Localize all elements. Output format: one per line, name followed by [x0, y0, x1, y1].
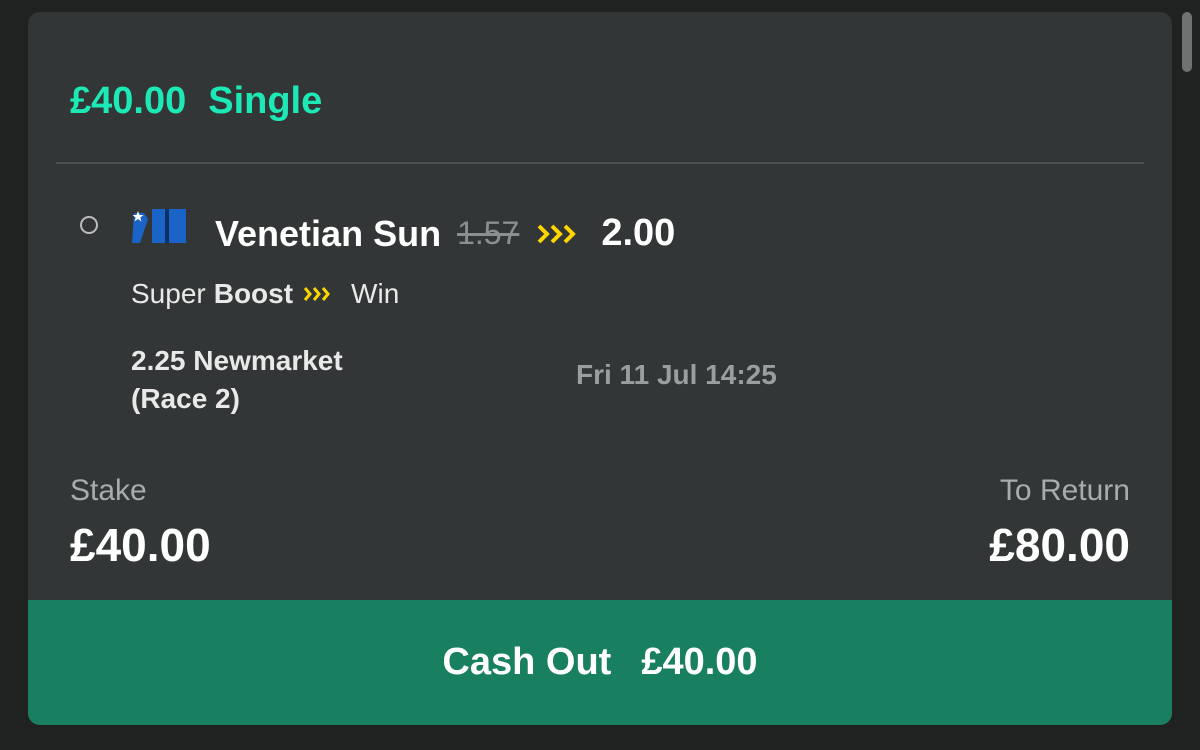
selection-row: Venetian Sun 1.57 2.00	[215, 212, 675, 255]
old-odds: 1.57	[457, 215, 520, 251]
stake-value: £40.00	[70, 519, 211, 571]
boost-chevrons-icon	[303, 287, 330, 301]
cash-out-label: Cash Out	[442, 641, 612, 683]
radio-icon[interactable]	[80, 216, 98, 234]
market-name: Win	[351, 278, 400, 309]
bet-header: £40.00 Single	[70, 80, 322, 123]
divider	[56, 162, 1144, 164]
event-datetime: Fri 11 Jul 14:25	[576, 359, 777, 390]
bet-type: Single	[208, 80, 323, 122]
boosted-odds: 2.00	[601, 212, 676, 254]
bet-card: £40.00 Single Venetian Sun 1.57 2.00 Supe…	[28, 12, 1172, 725]
to-return-value: £80.00	[989, 519, 1130, 571]
to-return-label: To Return	[999, 474, 1130, 507]
scrollbar[interactable]	[1182, 12, 1192, 72]
boost-prefix: Super	[131, 278, 206, 309]
event-line-2: (Race 2)	[131, 383, 240, 414]
jockey-silks-icon	[132, 209, 186, 243]
boost-chevrons-icon	[537, 224, 577, 243]
stake-label: Stake	[70, 474, 147, 507]
cash-out-value: £40.00	[641, 641, 758, 683]
event-line-1: 2.25 Newmarket	[131, 345, 343, 376]
boost-row: Super Boost Win	[131, 278, 399, 310]
event-name: 2.25 Newmarket (Race 2)	[131, 342, 343, 418]
bet-amount: £40.00	[70, 80, 187, 122]
boost-label: Boost	[213, 278, 294, 309]
runner-name: Venetian Sun	[215, 212, 442, 254]
cash-out-button[interactable]: Cash Out £40.00	[28, 600, 1172, 725]
